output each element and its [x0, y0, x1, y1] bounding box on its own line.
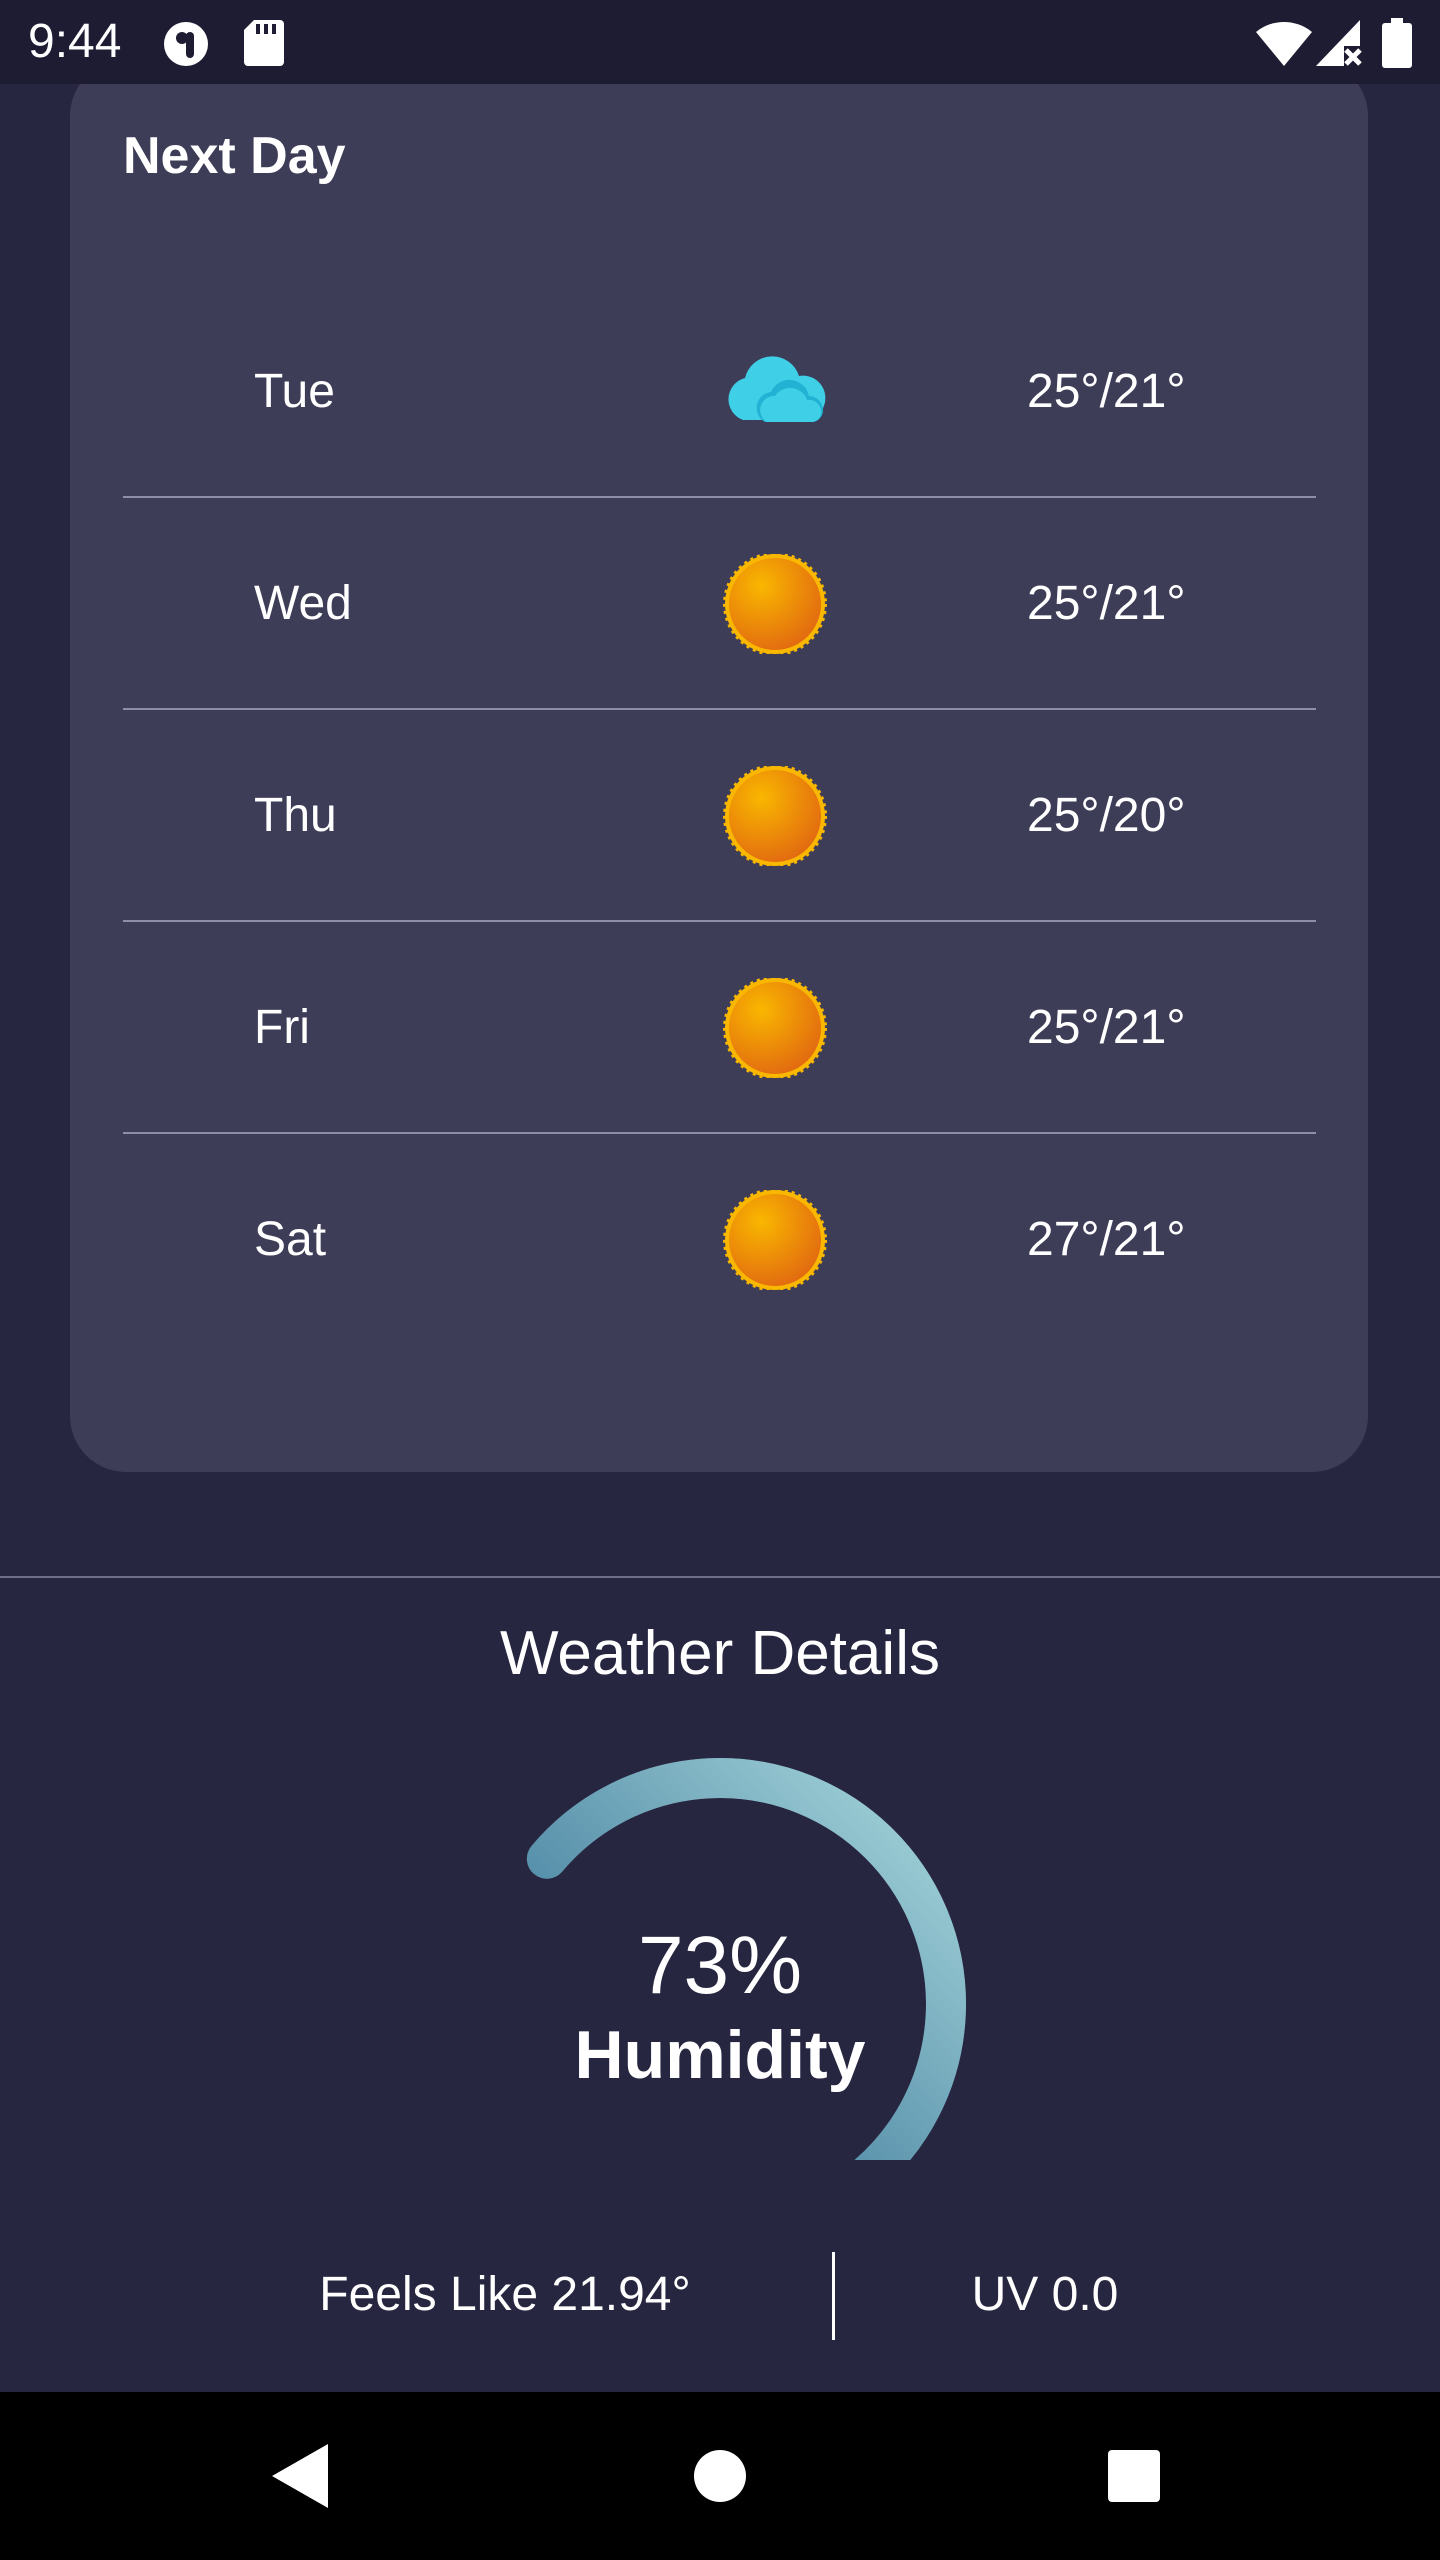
forecast-day: Wed	[254, 577, 352, 630]
wifi-icon	[1256, 22, 1312, 66]
forecast-temp: 27°/21°	[1027, 1213, 1186, 1266]
forecast-temp: 25°/20°	[1027, 789, 1186, 842]
sunny-icon	[723, 1190, 827, 1290]
sd-card-icon	[244, 20, 284, 66]
uv-index: UV 0.0	[971, 2268, 1119, 2321]
forecast-day: Sat	[254, 1213, 327, 1266]
stats-divider	[832, 2252, 835, 2340]
forecast-temp: 25°/21°	[1027, 365, 1186, 418]
forecast-day: Tue	[254, 365, 335, 418]
weather-screen: 9:44 Next Day Tue 25°/21° Wed 25°/21° Th…	[0, 0, 1440, 2560]
cellular-no-signal-icon	[1316, 20, 1362, 66]
forecast-card: Next Day Tue 25°/21° Wed 25°/21° Thu 25°…	[70, 60, 1368, 1472]
status-time: 9:44	[28, 15, 122, 68]
forecast-temp: 25°/21°	[1027, 577, 1186, 630]
forecast-row-wed: Wed 25°/21°	[123, 498, 1316, 710]
forecast-temp: 25°/21°	[1027, 1001, 1186, 1054]
record-icon	[164, 22, 208, 66]
sunny-icon	[723, 554, 827, 654]
forecast-row-thu: Thu 25°/20°	[123, 710, 1316, 922]
status-bar: 9:44	[0, 0, 1440, 84]
forecast-day: Fri	[254, 1001, 310, 1054]
section-divider	[0, 1576, 1440, 1578]
back-icon[interactable]	[250, 2426, 350, 2526]
battery-icon	[1382, 18, 1412, 68]
forecast-row-fri: Fri 25°/21°	[123, 922, 1316, 1134]
humidity-label: Humidity	[574, 2017, 866, 2093]
feels-like: Feels Like 21.94°	[319, 2268, 691, 2321]
cloudy-icon	[728, 356, 826, 422]
sunny-icon	[723, 978, 827, 1078]
card-title: Next Day	[123, 127, 346, 185]
forecast-day: Thu	[254, 789, 337, 842]
details-title: Weather Details	[500, 1619, 940, 1688]
home-icon[interactable]	[670, 2426, 770, 2526]
forecast-row-tue: Tue 25°/21°	[123, 286, 1316, 498]
recents-icon[interactable]	[1084, 2426, 1184, 2526]
forecast-row-sat: Sat 27°/21°	[123, 1134, 1316, 1346]
sunny-icon	[723, 766, 827, 866]
nav-bar	[0, 2392, 1440, 2560]
humidity-value: 73%	[637, 1920, 803, 2011]
